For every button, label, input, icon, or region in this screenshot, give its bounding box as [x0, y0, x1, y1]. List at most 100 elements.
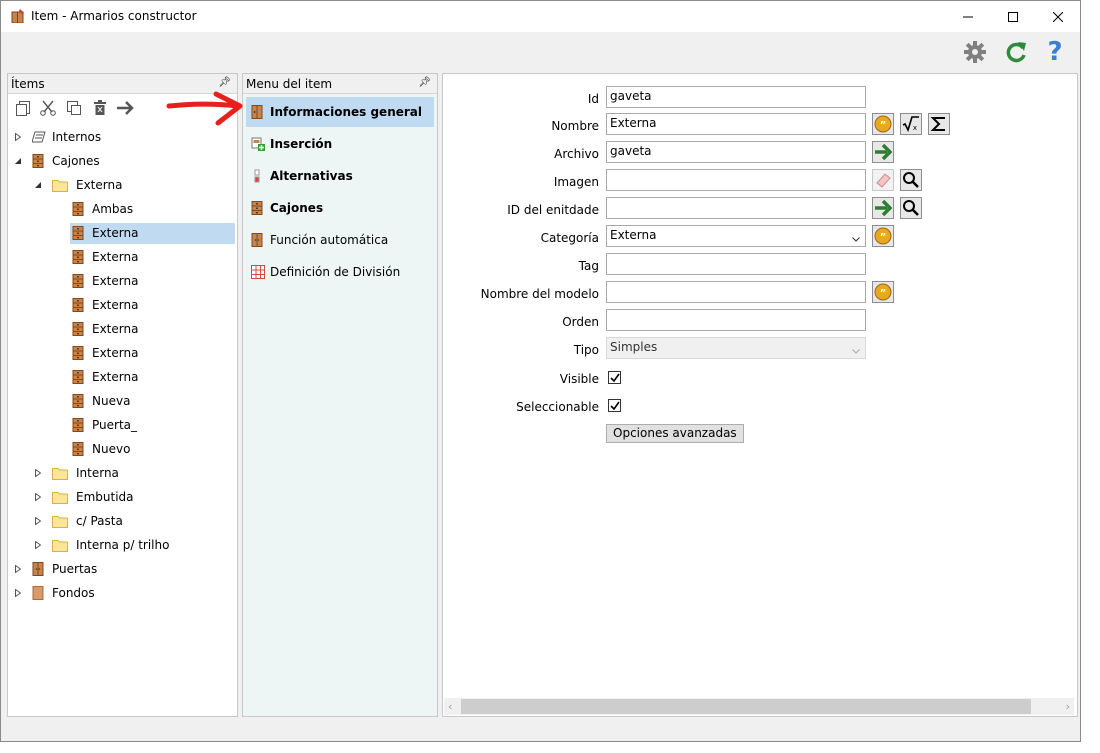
minimize-icon: [963, 16, 973, 17]
tree-item[interactable]: Ambas: [54, 197, 133, 221]
text-field[interactable]: gaveta: [606, 86, 866, 108]
arrow-right-icon: [874, 199, 892, 217]
expand-arrow-icon[interactable]: [14, 565, 22, 573]
tree-item[interactable]: Externa: [34, 173, 122, 197]
field-label: Nombre del modelo: [480, 287, 599, 301]
tree-item[interactable]: Embutida: [34, 485, 134, 509]
chevron-down-icon[interactable]: [852, 343, 860, 357]
text-field[interactable]: [606, 253, 866, 275]
collapse-arrow-icon[interactable]: [14, 157, 22, 165]
collapse-arrow-icon[interactable]: [34, 181, 42, 189]
tree-item[interactable]: Externa: [54, 293, 138, 317]
settings-button[interactable]: [961, 38, 989, 66]
advanced-options-button[interactable]: Opciones avanzadas: [606, 424, 744, 443]
tree-item[interactable]: Puertas: [14, 557, 97, 581]
text-field[interactable]: gaveta: [606, 141, 866, 163]
field-label: Tipo: [573, 343, 599, 357]
folder-icon: [52, 178, 68, 192]
tree-item[interactable]: Externa: [54, 341, 138, 365]
arrow-right-button[interactable]: [872, 197, 894, 219]
panel-icon: [32, 586, 44, 600]
expand-arrow-icon[interactable]: [14, 589, 22, 597]
search-button[interactable]: [900, 169, 922, 191]
tree-item[interactable]: Externa: [54, 317, 138, 341]
info-drawer-icon: [251, 105, 263, 119]
text-field[interactable]: [606, 309, 866, 331]
arrow-right-icon: [874, 143, 892, 161]
delete-button[interactable]: [91, 99, 109, 117]
formula-icon: x: [902, 115, 920, 133]
window-title: Item - Armarios constructor: [31, 9, 197, 23]
chevron-down-icon[interactable]: [852, 231, 860, 245]
expand-arrow-icon[interactable]: [34, 541, 42, 549]
drawer-icon: [72, 346, 84, 360]
scroll-right-icon[interactable]: ›: [1066, 700, 1070, 713]
drawer-icon: [72, 202, 84, 216]
arrow-right-button[interactable]: [872, 141, 894, 163]
formula-button[interactable]: x: [900, 113, 922, 135]
menu-item-label: Alternativas: [270, 169, 353, 183]
expand-arrow-icon[interactable]: [34, 517, 42, 525]
horizontal-scrollbar[interactable]: ‹ ›: [444, 698, 1074, 715]
tree-item[interactable]: Interna: [34, 461, 119, 485]
cut-button[interactable]: [39, 99, 57, 117]
tree-item[interactable]: Interna p/ trilho: [34, 533, 169, 557]
scroll-left-icon[interactable]: ‹: [448, 700, 452, 713]
tree-item[interactable]: Puerta_: [54, 413, 137, 437]
tree-item[interactable]: Nueva: [54, 389, 130, 413]
folder-icon: [52, 514, 68, 528]
refresh-button[interactable]: [1002, 38, 1030, 66]
menu-item-label: Función automática: [270, 233, 389, 247]
tree-item[interactable]: Externa: [54, 365, 138, 389]
help-button[interactable]: ?: [1041, 37, 1069, 67]
expand-arrow-icon[interactable]: [14, 133, 22, 141]
text-field[interactable]: [606, 197, 866, 219]
expand-arrow-icon[interactable]: [34, 469, 42, 477]
tree-item[interactable]: Internos: [14, 125, 101, 149]
visible-checkbox[interactable]: [608, 371, 621, 384]
tree-item[interactable]: Fondos: [14, 581, 95, 605]
field-label: Orden: [562, 315, 599, 329]
translate-button[interactable]: ”: [872, 113, 894, 135]
expand-arrow-icon[interactable]: [34, 493, 42, 501]
search-button[interactable]: [900, 197, 922, 219]
folder-icon: [52, 466, 68, 480]
tree-item-label: Puertas: [52, 562, 98, 576]
menu-item-label: Informaciones general: [270, 105, 423, 119]
tree-item[interactable]: c/ Pasta: [34, 509, 123, 533]
tree-item-label: Internos: [52, 130, 102, 144]
close-button[interactable]: [1035, 1, 1081, 32]
drawer-icon: [72, 394, 84, 408]
move-button[interactable]: [116, 99, 134, 117]
text-field[interactable]: Externa: [606, 113, 866, 135]
tree-item[interactable]: Externa: [54, 269, 138, 293]
door-icon: [251, 233, 263, 247]
translate-button[interactable]: ”: [872, 225, 894, 247]
tree-item-label: Interna: [76, 466, 119, 480]
selectable-checkbox[interactable]: [608, 399, 621, 412]
duplicate-button[interactable]: [65, 99, 83, 117]
maximize-button[interactable]: [990, 1, 1036, 32]
copy-button[interactable]: [14, 99, 32, 117]
translate-button[interactable]: ”: [872, 281, 894, 303]
field-label: Archivo: [554, 147, 599, 161]
dropdown-field[interactable]: Externa: [606, 225, 866, 247]
tree-item[interactable]: Cajones: [14, 149, 100, 173]
text-field[interactable]: [606, 169, 866, 191]
sum-button[interactable]: [928, 113, 950, 135]
pin-icon[interactable]: 📌︎: [218, 77, 231, 88]
scrollbar-thumb[interactable]: [461, 699, 1031, 714]
tree-item-label: Externa: [92, 250, 139, 264]
pin-icon[interactable]: 📌︎: [418, 77, 431, 88]
minimize-button[interactable]: [945, 1, 991, 32]
text-field[interactable]: [606, 281, 866, 303]
tree-item[interactable]: Externa: [54, 221, 214, 245]
help-icon: ?: [1047, 37, 1063, 67]
translate-icon: ”: [874, 115, 892, 133]
tree-item[interactable]: Externa: [54, 245, 138, 269]
eraser-button[interactable]: [872, 169, 894, 191]
tree-item[interactable]: Nuevo: [54, 437, 130, 461]
